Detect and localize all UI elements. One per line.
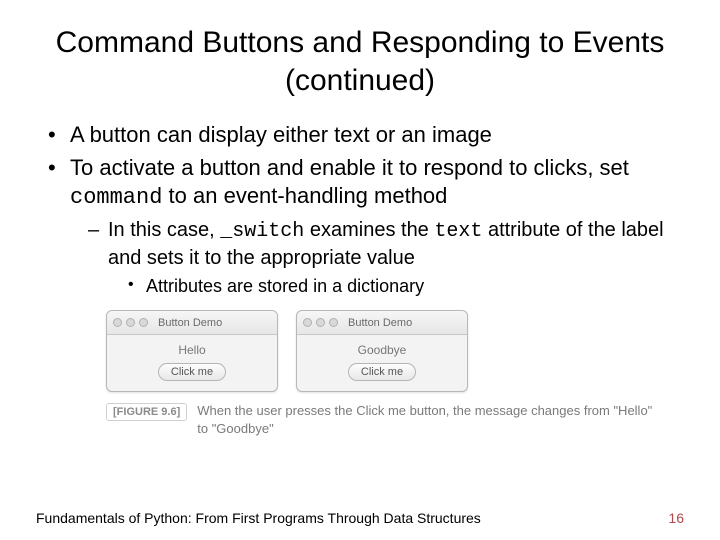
sub-bullet-item: In this case, _switch examines the text … xyxy=(88,217,684,298)
traffic-light-icon xyxy=(113,318,122,327)
bullet-list: A button can display either text or an i… xyxy=(36,121,684,298)
bullet-text: to an event-handling method xyxy=(162,183,447,208)
demo-window-right: Button Demo Goodbye Click me xyxy=(296,310,468,392)
page-number: 16 xyxy=(668,510,684,526)
traffic-light-icon xyxy=(303,318,312,327)
demo-label: Goodbye xyxy=(358,343,407,357)
window-title: Button Demo xyxy=(158,317,222,329)
footer-text: Fundamentals of Python: From First Progr… xyxy=(36,510,481,526)
bullet-text: Attributes are stored in a dictionary xyxy=(146,276,424,296)
traffic-light-icon xyxy=(329,318,338,327)
code-token: _switch xyxy=(220,220,304,243)
subsub-bullet-item: Attributes are stored in a dictionary xyxy=(128,275,684,298)
demo-window-left: Button Demo Hello Click me xyxy=(106,310,278,392)
bullet-text: A button can display either text or an i… xyxy=(70,122,492,147)
traffic-light-icon xyxy=(139,318,148,327)
figure-caption: [FIGURE 9.6] When the user presses the C… xyxy=(106,402,666,437)
traffic-light-icon xyxy=(126,318,135,327)
bullet-item: To activate a button and enable it to re… xyxy=(48,154,684,299)
clickme-button[interactable]: Click me xyxy=(348,363,416,381)
code-token: text xyxy=(434,220,482,243)
clickme-button[interactable]: Click me xyxy=(158,363,226,381)
figure-badge: [FIGURE 9.6] xyxy=(106,403,187,421)
bullet-item: A button can display either text or an i… xyxy=(48,121,684,150)
window-titlebar: Button Demo xyxy=(107,311,277,335)
window-titlebar: Button Demo xyxy=(297,311,467,335)
figure-caption-text: When the user presses the Click me butto… xyxy=(197,402,666,437)
figure: Button Demo Hello Click me Button Demo G… xyxy=(106,310,684,437)
slide-title: Command Buttons and Responding to Events… xyxy=(36,24,684,99)
code-token: command xyxy=(70,185,162,210)
bullet-text: To activate a button and enable it to re… xyxy=(70,155,629,180)
bullet-text: In this case, xyxy=(108,219,220,241)
traffic-light-icon xyxy=(316,318,325,327)
window-title: Button Demo xyxy=(348,317,412,329)
demo-label: Hello xyxy=(178,343,205,357)
bullet-text: examines the xyxy=(304,219,434,241)
